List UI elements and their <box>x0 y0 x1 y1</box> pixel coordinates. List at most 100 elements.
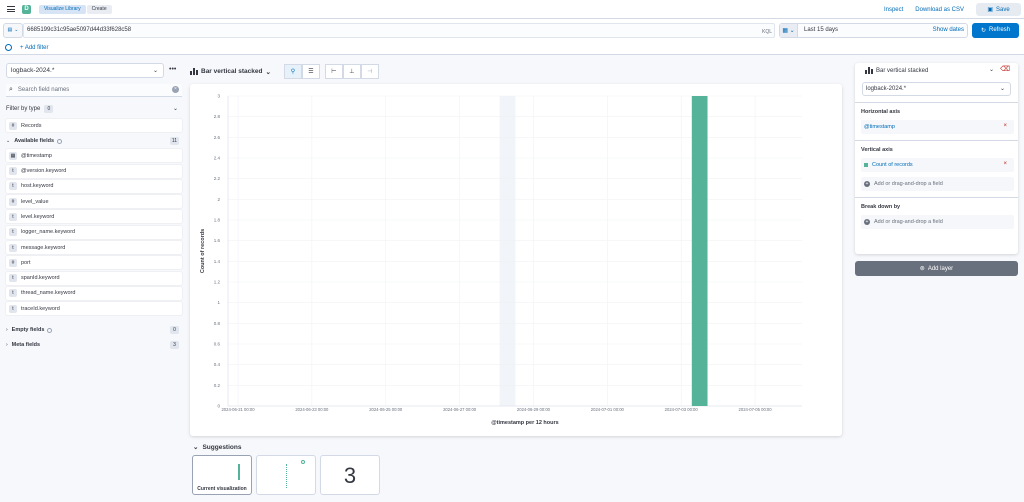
x-tick-label: 2024-07-01 00:00 <box>591 407 625 412</box>
field-item[interactable]: # port <box>6 256 182 270</box>
empty-fields-section[interactable]: › Empty fields 0 <box>6 324 182 336</box>
data-view-select[interactable]: logback-2024.* ⌄ <box>6 63 164 78</box>
field-name: @version.keyword <box>21 168 67 175</box>
field-item[interactable]: t spanId.keyword <box>6 271 182 285</box>
chevron-right-icon: › <box>6 327 8 334</box>
y-tick-label: 1 <box>217 300 220 305</box>
field-item[interactable]: # level_value <box>6 195 182 209</box>
bar-chart[interactable]: 0 0.2 0.4 0.6 0.8 1 1.2 1.4 1.6 1.8 2 2.2 2.4 2.6 2.8 3… <box>190 84 842 436</box>
add-layer-button[interactable]: ⊚ Add layer <box>855 261 1018 276</box>
layer-chart-type-select[interactable]: Bar vertical stacked ⌄ ⌫ <box>855 63 1018 78</box>
field-item[interactable]: ▦ @timestamp <box>6 149 182 163</box>
remove-icon[interactable]: × <box>1003 123 1007 129</box>
field-item[interactable]: t level.keyword <box>6 210 182 224</box>
field-item[interactable]: t host.keyword <box>6 179 182 193</box>
toolbar-buttons: ⚲ ☰ ⊢ ⊥ ⊣ <box>283 64 379 79</box>
field-item[interactable]: t thread_name.keyword <box>6 286 182 300</box>
inspect-link[interactable]: Inspect <box>884 7 903 13</box>
field-item[interactable]: t message.keyword <box>6 241 182 255</box>
show-dates-link[interactable]: Show dates <box>933 27 964 33</box>
chart-type-switcher[interactable]: Bar vertical stacked ⌄ <box>190 68 271 76</box>
breadcrumb-create: Create <box>86 4 112 14</box>
refresh-label: Refresh <box>989 27 1011 33</box>
calendar-icon[interactable]: ▦ ⌄ <box>780 23 798 37</box>
chevron-down-icon: ⌄ <box>265 68 271 76</box>
filter-by-type-button[interactable]: Filter by type 0 ⌄ <box>6 103 182 115</box>
date-range-text[interactable]: Last 15 days <box>804 27 933 33</box>
add-field-label: Add or drag-and-drop a field <box>874 219 943 225</box>
chevron-down-icon: ⌄ <box>14 27 19 33</box>
menu-icon[interactable] <box>7 6 15 12</box>
y-tick-label: 2.2 <box>214 176 221 181</box>
meta-fields-section[interactable]: › Meta fields 3 <box>6 339 182 351</box>
number-type-icon: # <box>9 197 17 206</box>
layer-config-panel: Bar vertical stacked ⌄ ⌫ logback-2024.* … <box>855 63 1018 254</box>
divider <box>855 140 1018 141</box>
field-list-panel: logback-2024.* ⌄ ••• ⌕ Search field name… <box>6 63 182 351</box>
suggestion-current-visualization[interactable]: Current visualization <box>192 455 252 495</box>
y-tick-label: 0.6 <box>214 342 221 347</box>
chevron-down-icon: ⌄ <box>152 68 158 74</box>
add-vertical-field-button[interactable]: + Add or drag-and-drop a field <box>861 177 1014 191</box>
number-type-icon: # <box>9 121 17 130</box>
field-item[interactable]: t logger_name.keyword <box>6 225 182 239</box>
search-placeholder: Search field names <box>17 87 70 93</box>
section-label: Meta fields <box>11 342 41 349</box>
date-picker[interactable]: ▦ ⌄ Last 15 days Show dates <box>779 22 968 38</box>
layers-icon: ⊚ <box>919 266 925 272</box>
add-filter-button[interactable]: + Add filter <box>20 45 49 51</box>
layer-data-view-select[interactable]: logback-2024.* ⌄ <box>862 82 1011 96</box>
filter-by-type-label: Filter by type <box>6 106 41 112</box>
query-language-button[interactable]: KQL <box>762 26 772 39</box>
data-view-actions-icon[interactable]: ••• <box>169 66 176 73</box>
x-tick-label: 2024-07-03 00:00 <box>665 407 699 412</box>
filter-options-icon[interactable] <box>5 44 12 51</box>
legend-button[interactable]: ☰ <box>301 64 320 79</box>
field-name: traceId.keyword <box>21 305 60 312</box>
remove-icon[interactable]: × <box>1003 161 1007 167</box>
visual-options-button[interactable]: ⚲ <box>283 64 302 79</box>
space-avatar[interactable]: D <box>22 4 31 14</box>
chart-panel[interactable]: 0 0.2 0.4 0.6 0.8 1 1.2 1.4 1.6 1.8 2 2.2 2.4 2.6 2.8 3… <box>190 84 842 436</box>
field-item[interactable]: t @version.keyword <box>6 164 182 178</box>
bar-chart-icon <box>865 67 873 74</box>
series-color-swatch <box>864 163 868 167</box>
horizontal-axis-dimension[interactable]: @timestamp × <box>861 120 1014 134</box>
refresh-icon: ↻ <box>980 27 986 34</box>
field-name: logger_name.keyword <box>21 229 76 236</box>
download-csv-link[interactable]: Download as CSV <box>915 7 964 13</box>
y-tick-label: 3 <box>217 94 220 99</box>
saved-query-button[interactable]: ▤ ⌄ <box>3 22 23 38</box>
breadcrumb-visualize-library[interactable]: Visualize Library <box>39 4 86 14</box>
section-label: Empty fields <box>11 327 45 334</box>
suggestions-toggle[interactable]: ⌄ Suggestions <box>193 443 242 452</box>
top-bar: D Visualize Library Create Inspect Downl… <box>0 0 1024 19</box>
delete-layer-icon[interactable]: ⌫ <box>1000 65 1010 73</box>
field-records[interactable]: # Records <box>6 119 182 132</box>
clear-icon[interactable]: × <box>172 86 179 93</box>
suggestion-metric[interactable]: 3 <box>320 455 380 495</box>
y-tick-label: 0.8 <box>214 321 221 326</box>
vertical-axis-dimension[interactable]: Count of records × <box>861 158 1014 172</box>
chart-type-label: Bar vertical stacked <box>201 68 263 75</box>
save-button[interactable]: ▣ Save <box>976 3 1021 16</box>
y-tick-label: 0.4 <box>214 362 221 367</box>
suggestion-bar-thumbnail <box>238 464 240 480</box>
plus-icon: + <box>864 181 870 187</box>
y-tick-label: 1.2 <box>214 280 221 285</box>
suggestions-label: Suggestions <box>202 443 242 451</box>
string-type-icon: t <box>9 167 17 176</box>
x-tick-label: 2024-06-25 00:00 <box>369 407 403 412</box>
field-search-input[interactable]: ⌕ Search field names × <box>6 84 182 97</box>
x-tick-label: 2024-06-27 00:00 <box>443 407 477 412</box>
bottom-axis-button[interactable]: ⊥ <box>342 64 361 79</box>
suggestion-line-chart[interactable] <box>256 455 316 495</box>
available-fields-section[interactable]: ⌄ Available fields 11 <box>6 135 182 147</box>
refresh-button[interactable]: ↻ Refresh <box>972 22 1019 38</box>
query-input[interactable]: 6685199c31c95ae5097d44d33f628c58 KQL <box>23 22 775 39</box>
suggestion-line-thumbnail <box>286 464 287 488</box>
field-item[interactable]: t traceId.keyword <box>6 302 182 316</box>
left-axis-button[interactable]: ⊢ <box>324 64 343 79</box>
add-breakdown-field-button[interactable]: + Add or drag-and-drop a field <box>861 215 1014 229</box>
right-axis-button[interactable]: ⊣ <box>360 64 379 79</box>
